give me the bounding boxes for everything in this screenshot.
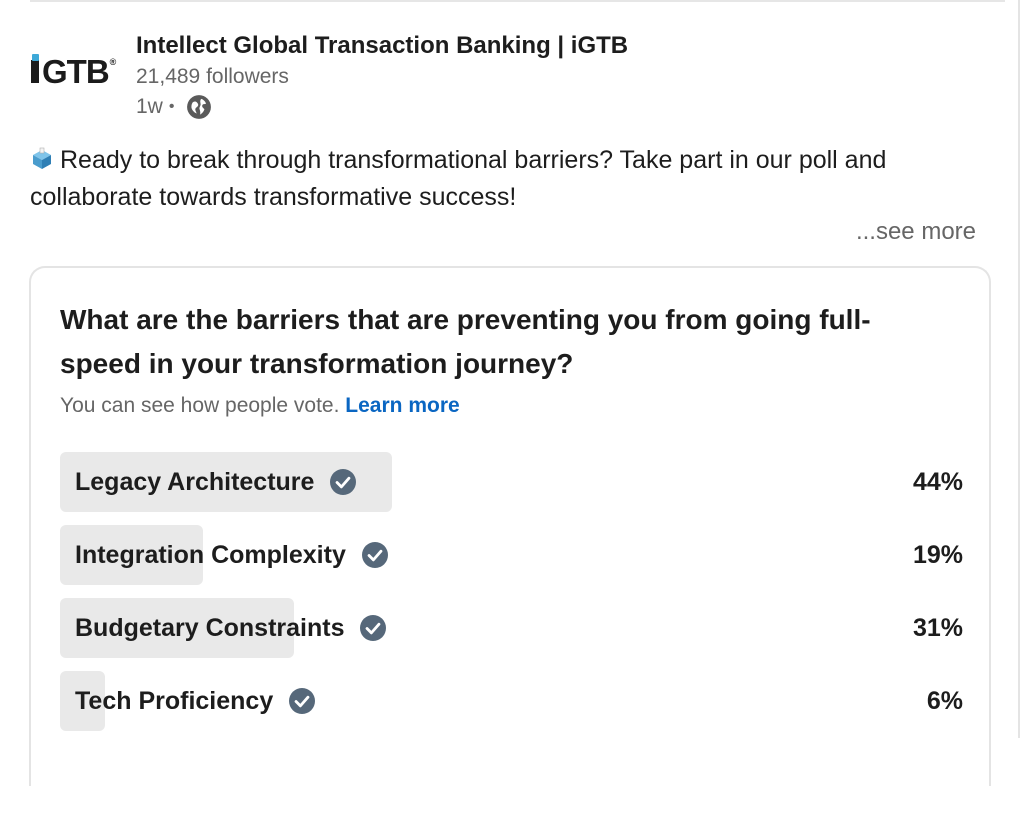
company-name-link[interactable]: Intellect Global Transaction Banking | i… xyxy=(136,30,628,62)
feed-edge xyxy=(1018,0,1020,738)
ballot-box-icon xyxy=(33,147,51,169)
poll-option-percent: 44% xyxy=(912,468,963,496)
poll-question: What are the barriers that are preventin… xyxy=(60,304,871,379)
check-circle-icon xyxy=(361,542,388,568)
poll-option-percent: 6% xyxy=(926,687,963,715)
poll-option-label: Budgetary Constraints xyxy=(75,613,345,642)
post-body: Ready to break through transformational … xyxy=(30,142,990,216)
learn-more-link[interactable]: Learn more xyxy=(345,394,459,417)
logo-i-letter xyxy=(30,53,42,91)
poll-option-label-row: Legacy Architecture xyxy=(75,452,357,512)
logo-registered-mark: ® xyxy=(109,57,117,67)
follower-count: 21,489 followers xyxy=(136,65,289,88)
poll-option[interactable]: Integration Complexity 19% xyxy=(60,525,963,585)
separator-dot: • xyxy=(168,98,175,115)
post-header: GTB ® Intellect Global Transaction Bankin… xyxy=(30,30,628,122)
poll-option-label-row: Budgetary Constraints xyxy=(75,598,387,658)
post-timestamp-row: 1w • xyxy=(136,92,628,122)
poll-option-label: Integration Complexity xyxy=(75,540,346,569)
post-age: 1w xyxy=(136,95,163,118)
logo-letters: GTB xyxy=(42,53,110,90)
poll-card: What are the barriers that are preventin… xyxy=(29,266,991,786)
poll-option-percent: 31% xyxy=(912,614,963,642)
poll-option-label: Tech Proficiency xyxy=(75,686,274,715)
linkedin-post: GTB ® Intellect Global Transaction Bankin… xyxy=(0,0,1024,827)
poll-option-label-row: Tech Proficiency xyxy=(75,671,316,731)
post-body-text: Ready to break through transformational … xyxy=(30,146,887,211)
poll-option[interactable]: Legacy Architecture 44% xyxy=(60,452,963,512)
see-more-link[interactable]: ...see more xyxy=(856,218,976,246)
poll-option[interactable]: Tech Proficiency 6% xyxy=(60,671,963,731)
company-logo[interactable]: GTB ® xyxy=(30,44,118,100)
poll-option[interactable]: Budgetary Constraints 31% xyxy=(60,598,963,658)
poll-option-percent: 19% xyxy=(912,541,963,569)
check-circle-icon xyxy=(360,615,387,641)
divider xyxy=(30,0,1005,2)
poll-note-text: You can see how people vote. xyxy=(60,394,340,417)
igtb-logo-mark: GTB ® xyxy=(30,53,117,91)
check-circle-icon xyxy=(330,469,357,495)
check-circle-icon xyxy=(289,688,316,714)
poll-option-label: Legacy Architecture xyxy=(75,467,315,496)
globe-icon xyxy=(187,95,212,119)
post-meta: Intellect Global Transaction Banking | i… xyxy=(136,30,628,122)
poll-visibility-note: You can see how people vote. Learn more xyxy=(60,394,460,418)
poll-option-label-row: Integration Complexity xyxy=(75,525,388,585)
